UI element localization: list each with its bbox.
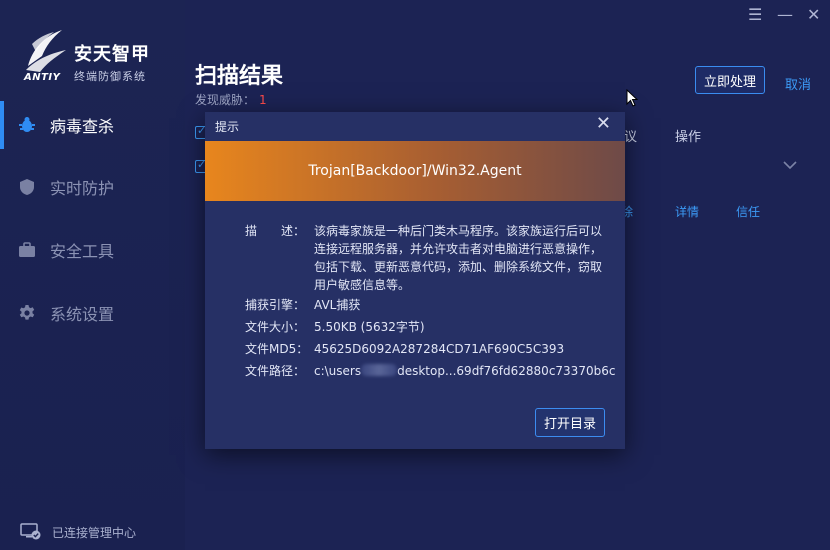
file-path-label: 文件路径：	[245, 364, 306, 378]
redacted-username	[361, 364, 398, 376]
sidebar-item-virus-scan[interactable]: 病毒查杀	[0, 101, 185, 149]
dialog-title: 提示	[215, 120, 240, 134]
dialog-header: 提示 ✕	[205, 112, 625, 140]
connection-status: 已连接管理中心	[20, 522, 136, 543]
monitor-connected-icon	[20, 522, 42, 543]
engine-label: 捕获引擎：	[245, 298, 306, 312]
minus-icon[interactable]: —	[777, 7, 793, 23]
shield-icon	[18, 178, 36, 196]
open-directory-button[interactable]: 打开目录	[535, 408, 605, 437]
toolbox-icon	[18, 241, 36, 259]
column-action: 操作	[675, 130, 702, 145]
sidebar-item-realtime-protection[interactable]: 实时防护	[0, 163, 185, 211]
page-title: 扫描结果	[195, 64, 284, 89]
column-suggestion: 议	[624, 130, 638, 145]
bug-icon	[18, 116, 36, 134]
md5-label: 文件MD5：	[245, 342, 309, 356]
mouse-cursor-icon	[626, 89, 638, 107]
engine-value: AVL捕获	[314, 298, 361, 312]
details-link[interactable]: 详情	[675, 203, 699, 220]
md5-value: 45625D6092A287284CD71AF690C5C393	[314, 342, 565, 356]
connection-status-text: 已连接管理中心	[52, 526, 137, 540]
threat-name-banner: Trojan[Backdoor]/Win32.Agent	[205, 141, 625, 201]
threat-label: 发现威胁：	[195, 93, 256, 107]
file-path-value: c:\users desktop...69df76fd62880c73370b6c	[314, 362, 615, 380]
brand-en: ANTIY	[24, 72, 61, 83]
description-label: 描 述：	[245, 224, 306, 238]
app-logo: ANTIY 安天智甲 终端防御系统	[22, 26, 182, 86]
file-size-value: 5.50KB (5632字节)	[314, 320, 425, 334]
threat-count: 1	[259, 93, 267, 107]
sidebar-item-label: 实时防护	[50, 179, 115, 198]
dialog-close-icon[interactable]: ✕	[596, 113, 611, 134]
sidebar-item-security-tools[interactable]: 安全工具	[0, 226, 185, 274]
threat-summary: 发现威胁： 1	[195, 91, 267, 108]
hamburger-icon[interactable]: ☰	[748, 7, 762, 23]
threat-name: Trojan[Backdoor]/Win32.Agent	[308, 163, 522, 179]
close-icon[interactable]: ✕	[807, 7, 820, 23]
brand-name: 安天智甲	[74, 44, 150, 65]
threat-detail-dialog: 提示 ✕ Trojan[Backdoor]/Win32.Agent 描 述： 该…	[205, 112, 625, 449]
file-size-label: 文件大小：	[245, 320, 306, 334]
handle-now-button[interactable]: 立即处理	[695, 66, 765, 94]
description-value: 该病毒家族是一种后门类木马程序。该家族运行后可以连接远程服务器，并允许攻击者对电…	[314, 224, 603, 292]
sidebar-item-label: 系统设置	[50, 305, 115, 324]
file-path-prefix: c:\users	[314, 364, 362, 378]
sidebar: ANTIY 安天智甲 终端防御系统 病毒查杀 实时防护 安全工具 系统设置 已连…	[0, 0, 185, 550]
sidebar-item-system-settings[interactable]: 系统设置	[0, 289, 185, 337]
chevron-down-icon[interactable]	[783, 158, 797, 174]
brand-subtitle: 终端防御系统	[74, 70, 146, 83]
cancel-button[interactable]: 取消	[785, 74, 811, 93]
sidebar-item-label: 安全工具	[50, 242, 115, 261]
gear-icon	[18, 304, 36, 322]
trust-link[interactable]: 信任	[736, 203, 760, 220]
file-path-suffix: desktop...69df76fd62880c73370b6c	[397, 364, 616, 378]
sidebar-item-label: 病毒查杀	[50, 117, 115, 136]
